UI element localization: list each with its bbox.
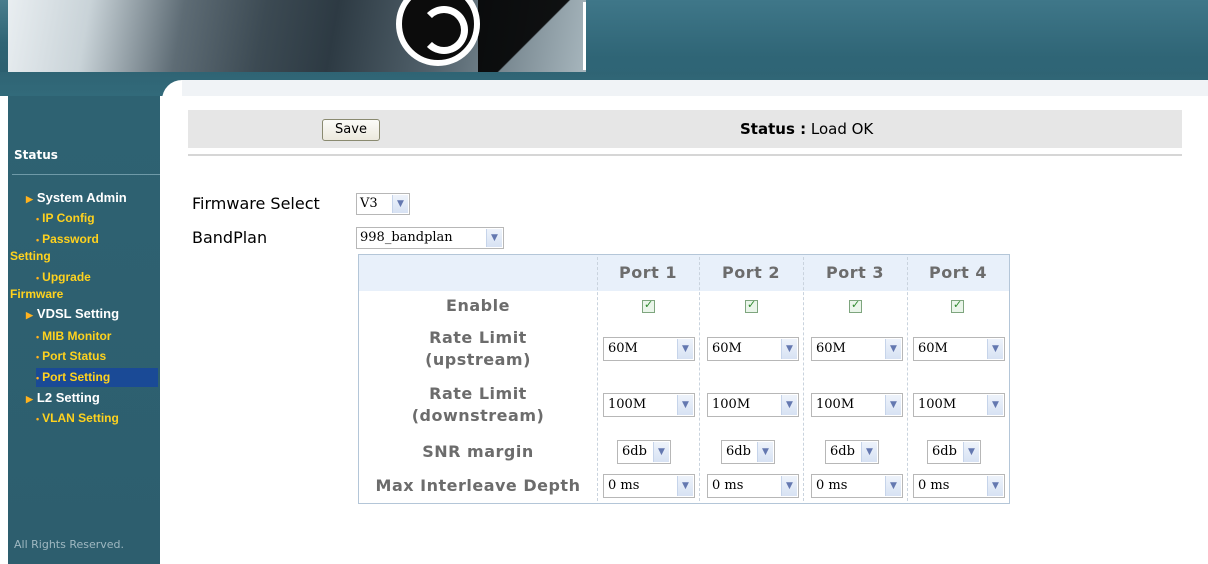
rate-upstream-select-port-3[interactable]: 60M ▼: [811, 337, 903, 361]
sidebar-item-vdsl-setting[interactable]: ▶ VDSL Setting: [26, 306, 119, 323]
sidebar-item-l2-setting[interactable]: ▶ L2 Setting: [26, 390, 100, 407]
bandplan-select[interactable]: 998_bandplan ▼: [356, 227, 504, 249]
rate-downstream-select-port-2[interactable]: 100M ▼: [707, 393, 799, 417]
checkbox-checked-icon[interactable]: [849, 298, 862, 313]
row-label-rate-limit-upstream: Rate Limit (upstream): [425, 328, 531, 369]
header-port-4: Port 4: [929, 263, 987, 282]
dot-bullet-icon: •: [36, 414, 40, 424]
sidebar-item-vlan-setting[interactable]: • VLAN Setting: [36, 410, 119, 427]
chevron-down-icon: ▼: [781, 395, 797, 415]
triangle-bullet-icon: ▶: [26, 194, 33, 204]
status-bar: Save Status : Load OK: [188, 110, 1182, 148]
snr-select-port-3[interactable]: 6db ▼: [825, 440, 879, 464]
rate-upstream-select-port-1[interactable]: 60M ▼: [603, 337, 695, 361]
interleave-select-port-1[interactable]: 0 ms ▼: [603, 474, 695, 498]
chevron-down-icon: ▼: [653, 442, 669, 462]
chevron-down-icon: ▼: [486, 229, 502, 247]
bandplan-label: BandPlan: [192, 228, 268, 247]
chevron-down-icon: ▼: [987, 476, 1003, 496]
chevron-down-icon: ▼: [987, 395, 1003, 415]
dot-bullet-icon: •: [36, 373, 40, 383]
sidebar-item-port-status[interactable]: • Port Status: [36, 348, 106, 365]
chevron-down-icon: ▼: [757, 442, 773, 462]
chevron-down-icon: ▼: [677, 395, 693, 415]
interleave-select-port-4[interactable]: 0 ms ▼: [913, 474, 1005, 498]
snr-select-port-1[interactable]: 6db ▼: [617, 440, 671, 464]
snr-select-port-4[interactable]: 6db ▼: [927, 440, 981, 464]
sidebar-item-upgrade-firmware-cont[interactable]: Firmware: [10, 286, 63, 302]
sidebar-item-password-setting-cont[interactable]: Setting: [10, 248, 51, 264]
interleave-select-port-3[interactable]: 0 ms ▼: [811, 474, 903, 498]
firmware-select-label: Firmware Select: [192, 194, 320, 213]
chevron-down-icon: ▼: [963, 442, 979, 462]
chevron-down-icon: ▼: [677, 476, 693, 496]
sidebar-item-port-setting[interactable]: • Port Setting: [36, 368, 158, 387]
chevron-down-icon: ▼: [987, 339, 1003, 359]
chevron-down-icon: ▼: [677, 339, 693, 359]
dot-bullet-icon: •: [36, 352, 40, 362]
table-header: Port 1 Port 2 Port 3 Port 4: [359, 255, 1009, 291]
row-label-enable: Enable: [446, 296, 510, 315]
rate-upstream-select-port-2[interactable]: 60M ▼: [707, 337, 799, 361]
status-value: Load OK: [810, 120, 874, 138]
sidebar-item-mib-monitor[interactable]: • MIB Monitor: [36, 328, 111, 345]
main-topline: [182, 80, 1208, 96]
save-button[interactable]: Save: [322, 119, 380, 141]
dot-bullet-icon: •: [36, 235, 40, 245]
column-separator: [597, 257, 598, 501]
chevron-down-icon: ▼: [885, 339, 901, 359]
dot-bullet-icon: •: [36, 273, 40, 283]
chevron-down-icon: ▼: [781, 476, 797, 496]
rate-downstream-select-port-3[interactable]: 100M ▼: [811, 393, 903, 417]
rate-downstream-select-port-1[interactable]: 100M ▼: [603, 393, 695, 417]
column-separator: [803, 257, 804, 501]
column-separator: [907, 257, 908, 501]
header-port-1: Port 1: [619, 263, 677, 282]
chevron-down-icon: ▼: [781, 339, 797, 359]
sidebar-item-password-setting[interactable]: • Password: [36, 231, 99, 248]
status-text: Status : Load OK: [740, 120, 873, 138]
sidebar-title: Status: [14, 148, 58, 162]
sidebar-item-upgrade-firmware[interactable]: • Upgrade: [36, 269, 91, 286]
divider: [12, 174, 160, 175]
sidebar-item-system-admin[interactable]: ▶ System Admin: [26, 190, 127, 207]
firmware-select[interactable]: V3 ▼: [356, 193, 410, 215]
row-label-snr-margin: SNR margin: [422, 442, 534, 461]
dot-bullet-icon: •: [36, 214, 40, 224]
rate-downstream-select-port-4[interactable]: 100M ▼: [913, 393, 1005, 417]
chevron-down-icon: ▼: [885, 476, 901, 496]
row-label-rate-limit-downstream: Rate Limit (downstream): [411, 384, 545, 425]
banner-photo: [8, 0, 588, 72]
header-port-3: Port 3: [826, 263, 884, 282]
checkbox-checked-icon[interactable]: [745, 298, 758, 313]
row-label-max-interleave-depth: Max Interleave Depth: [375, 476, 581, 495]
chevron-down-icon: ▼: [392, 195, 408, 213]
checkbox-checked-icon[interactable]: [642, 298, 655, 313]
interleave-select-port-2[interactable]: 0 ms ▼: [707, 474, 799, 498]
main-panel: Save Status : Load OK Firmware Select V3…: [162, 80, 1208, 564]
chevron-down-icon: ▼: [861, 442, 877, 462]
checkbox-checked-icon[interactable]: [951, 298, 964, 313]
chevron-down-icon: ▼: [885, 395, 901, 415]
header-port-2: Port 2: [722, 263, 780, 282]
port-settings-table: Port 1 Port 2 Port 3 Port 4 Enable Rate …: [358, 254, 1010, 504]
divider: [188, 154, 1182, 156]
snr-select-port-2[interactable]: 6db ▼: [721, 440, 775, 464]
sidebar: Status ▶ System Admin • IP Config • Passwor…: [8, 96, 160, 564]
column-separator: [699, 257, 700, 501]
dot-bullet-icon: •: [36, 332, 40, 342]
status-key: Status :: [740, 120, 807, 138]
triangle-bullet-icon: ▶: [26, 310, 33, 320]
footer-copyright: All Rights Reserved.: [14, 538, 125, 551]
rate-upstream-select-port-4[interactable]: 60M ▼: [913, 337, 1005, 361]
brand-logo-icon: [396, 0, 480, 66]
sidebar-item-ip-config[interactable]: • IP Config: [36, 210, 95, 227]
triangle-bullet-icon: ▶: [26, 394, 33, 404]
